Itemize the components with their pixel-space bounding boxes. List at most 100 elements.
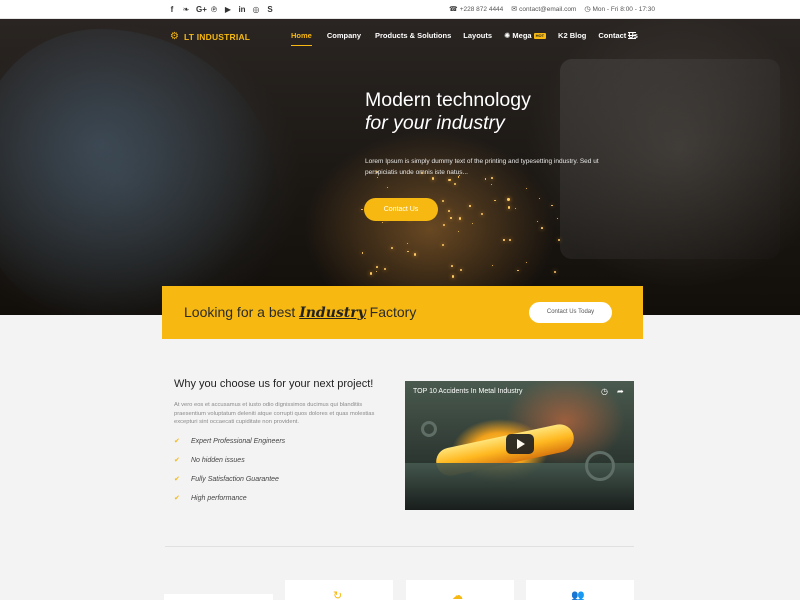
skype-icon[interactable]: S xyxy=(266,4,274,15)
spark-particle xyxy=(453,182,456,185)
spark-particle xyxy=(458,230,460,232)
section-divider xyxy=(165,546,634,547)
google-plus-icon[interactable]: G+ xyxy=(196,4,207,15)
email-text[interactable]: contact@email.com xyxy=(519,6,576,13)
spark-particle xyxy=(490,183,492,186)
logo-icon: ⚙ xyxy=(170,31,179,42)
spark-particle xyxy=(459,268,462,271)
spark-particle xyxy=(390,246,393,249)
contact-us-today-button[interactable]: Contact Us Today xyxy=(529,302,612,323)
feature-label: High performance xyxy=(191,495,247,502)
video-thumbnail-gear xyxy=(421,421,437,437)
spark-particle xyxy=(553,270,556,274)
nav-item-mega-label: Mega xyxy=(512,31,532,40)
spark-particle xyxy=(375,270,378,273)
spark-particle xyxy=(539,198,541,200)
watch-later-icon[interactable]: ◷ xyxy=(601,387,608,396)
phone-icon: ☎ xyxy=(449,6,458,13)
spark-particle xyxy=(407,250,409,252)
feature-card: ☁ xyxy=(406,580,514,600)
email-info[interactable]: ✉ contact@email.com xyxy=(511,4,576,15)
nav-item-mega[interactable]: ✺ Mega HOT xyxy=(504,29,547,43)
nav-item-k2-blog[interactable]: K2 Blog xyxy=(558,29,586,43)
feature-label: No hidden issues xyxy=(191,457,245,464)
spark-particle xyxy=(442,200,445,203)
spark-particle xyxy=(526,187,528,189)
nav-item-layouts[interactable]: Layouts xyxy=(463,29,492,43)
spark-particle xyxy=(517,269,520,272)
hero-background-worker xyxy=(0,29,280,315)
video-title[interactable]: TOP 10 Accidents In Metal Industry xyxy=(413,387,522,396)
feature-card: ↻ xyxy=(285,580,393,600)
feature-item: ✔ Expert Professional Engineers xyxy=(174,437,374,447)
spark-particle xyxy=(492,264,494,266)
spark-particle xyxy=(387,187,389,189)
cta-band: Looking for a best Industry Factory Cont… xyxy=(162,286,643,339)
phone-info: ☎ +228 872 4444 xyxy=(449,4,503,15)
nav-item-products[interactable]: Products & Solutions xyxy=(375,29,451,43)
main-nav: Home Company Products & Solutions Layout… xyxy=(291,29,638,46)
hero-subtitle: for your industry xyxy=(365,112,505,134)
feature-item: ✔ No hidden issues xyxy=(174,456,374,466)
spark-particle xyxy=(447,210,450,213)
hero-contact-button[interactable]: Contact Us xyxy=(364,198,438,221)
checkmark-icon: ✔ xyxy=(174,438,180,445)
facebook-icon[interactable]: f xyxy=(168,4,176,15)
nav-item-home[interactable]: Home xyxy=(291,29,312,46)
spark-particle xyxy=(381,221,384,224)
hero-description: Lorem Ipsum is simply dummy text of the … xyxy=(365,158,599,176)
menu-icon[interactable] xyxy=(628,32,636,39)
spark-particle xyxy=(361,208,364,211)
cloud-icon: ☁ xyxy=(452,590,463,600)
spark-particle xyxy=(469,205,471,207)
pinterest-icon[interactable]: ℗ xyxy=(210,4,218,15)
spark-particle xyxy=(480,213,483,216)
spark-particle xyxy=(557,218,559,220)
hours-text: Mon - Fri 8:00 - 17:30 xyxy=(592,6,655,13)
nav-item-layouts-label: Layouts xyxy=(463,31,493,40)
top-bar: f ❧ G+ ℗ ▶ in ◎ S ☎ +228 872 4444 ✉ contac… xyxy=(0,0,800,19)
video-player[interactable]: TOP 10 Accidents In Metal Industry ◷ ➦ xyxy=(405,381,634,510)
spark-particle xyxy=(536,220,539,223)
spark-particle xyxy=(459,217,462,220)
feature-label: Fully Satisfaction Guarantee xyxy=(191,476,279,483)
clock-icon: ◷ xyxy=(584,6,591,13)
cta-text-before: Looking for a best xyxy=(184,304,300,320)
feature-item: ✔ High performance xyxy=(174,494,374,504)
twitter-icon[interactable]: ❧ xyxy=(182,4,190,15)
instagram-icon[interactable]: ◎ xyxy=(252,4,260,15)
linkedin-icon[interactable]: in xyxy=(238,4,246,15)
hot-badge: HOT xyxy=(533,33,547,40)
spark-particle xyxy=(451,264,454,267)
spark-particle xyxy=(442,243,445,246)
nav-item-k2-blog-label: K2 Blog xyxy=(558,31,587,40)
phone-text: +228 872 4444 xyxy=(459,6,504,13)
spark-particle xyxy=(507,206,511,209)
spark-particle xyxy=(450,217,452,219)
play-button[interactable] xyxy=(506,434,534,454)
site-logo[interactable]: ⚙ LT INDUSTRIAL xyxy=(170,31,250,43)
spark-particle xyxy=(509,239,512,242)
nav-item-home-label: Home xyxy=(291,31,312,40)
spark-particle xyxy=(384,267,387,270)
spark-particle xyxy=(414,253,417,256)
spark-particle xyxy=(514,207,517,210)
hours-info: ◷ Mon - Fri 8:00 - 17:30 xyxy=(584,4,655,15)
spark-particle xyxy=(370,272,373,275)
cta-text-after: Factory xyxy=(365,304,417,320)
social-links: f ❧ G+ ℗ ▶ in ◎ S xyxy=(168,4,274,15)
feature-item: ✔ Fully Satisfaction Guarantee xyxy=(174,475,374,485)
share-icon[interactable]: ➦ xyxy=(617,387,624,396)
refresh-icon: ↻ xyxy=(333,590,343,600)
spark-particle xyxy=(448,178,451,182)
spark-particle xyxy=(526,261,528,263)
spark-particle xyxy=(451,275,454,278)
nav-item-company[interactable]: Company xyxy=(327,29,361,43)
spark-particle xyxy=(484,178,487,181)
envelope-icon: ✉ xyxy=(511,6,518,13)
spark-particle xyxy=(472,222,474,224)
youtube-icon[interactable]: ▶ xyxy=(224,4,232,15)
nav-item-company-label: Company xyxy=(326,31,362,40)
feature-card xyxy=(164,594,273,600)
spark-particle xyxy=(407,242,409,245)
